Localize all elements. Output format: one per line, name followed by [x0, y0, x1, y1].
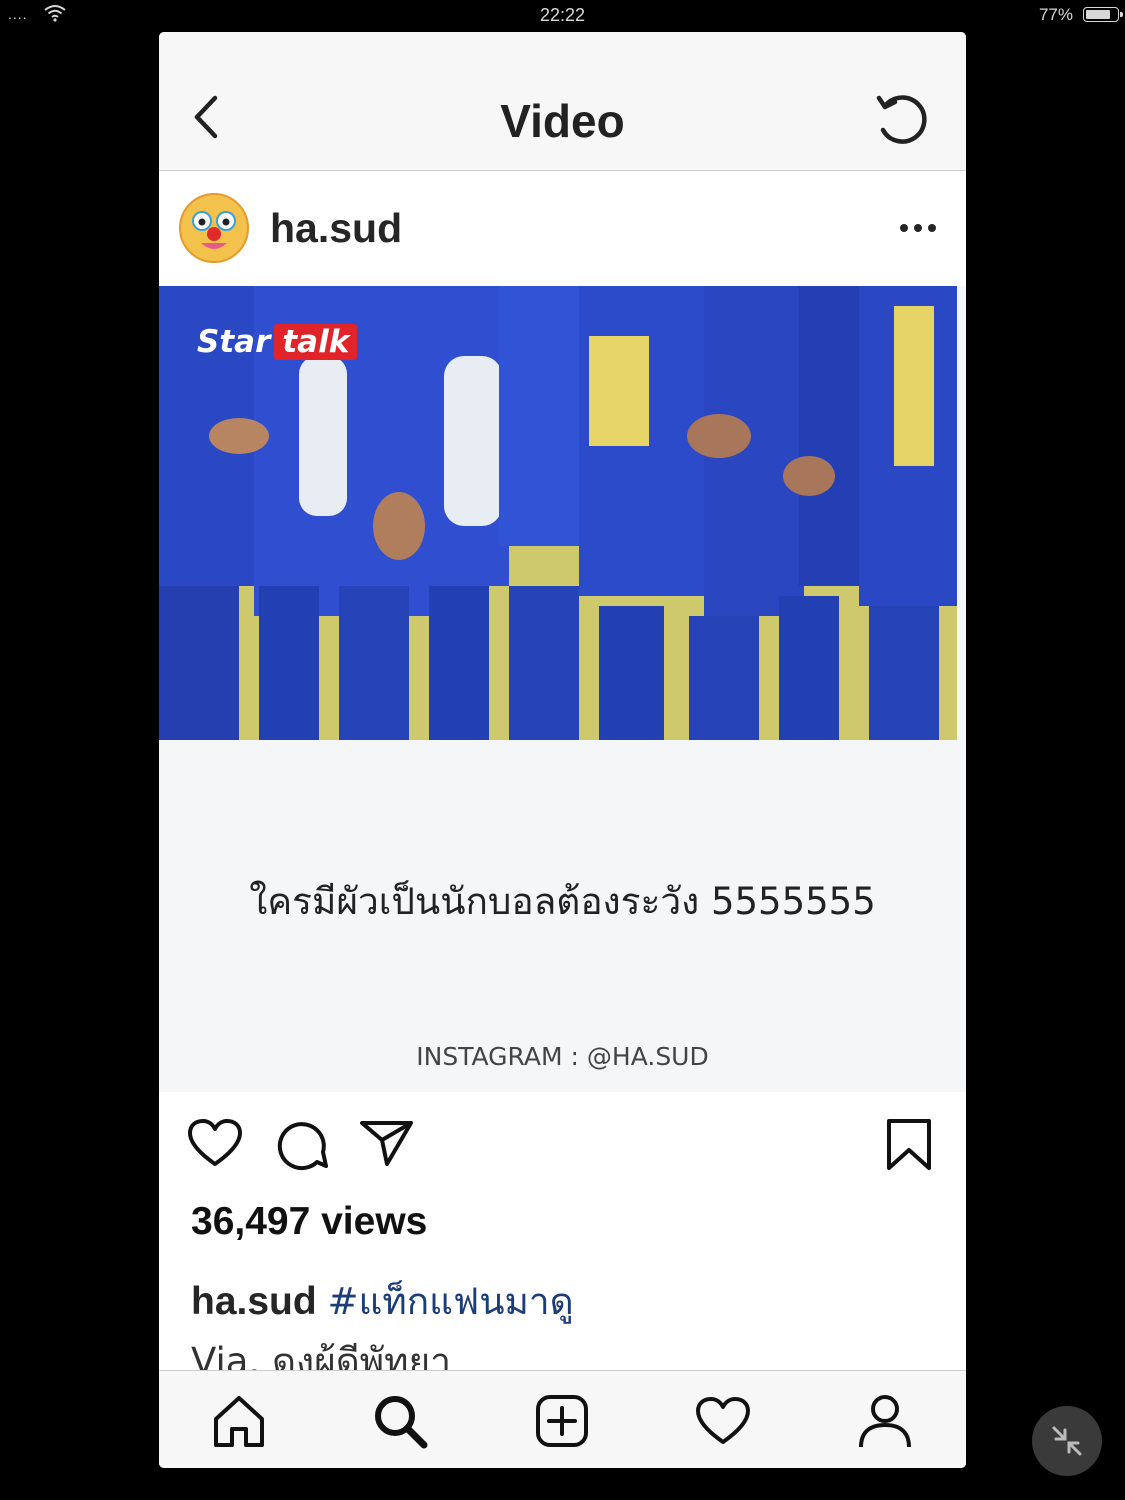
profile-icon[interactable] [857, 1393, 913, 1449]
heart-icon[interactable] [187, 1118, 243, 1168]
collapse-arrows-icon [1052, 1426, 1082, 1456]
video-caption: ใครมีผัวเป็นนักบอลต้องระวัง 5555555 [249, 880, 876, 923]
status-bar: .... 22:22 77% [0, 0, 1125, 30]
caption-username[interactable]: ha.sud [191, 1280, 317, 1323]
view-count[interactable]: 36,497 views [191, 1200, 427, 1244]
post-header: ha.sud [159, 171, 966, 286]
comment-icon[interactable] [273, 1118, 329, 1172]
picture-in-picture-button[interactable] [1032, 1406, 1102, 1476]
avatar[interactable] [179, 193, 249, 263]
status-time: 22:22 [539, 5, 586, 25]
battery-icon [1083, 7, 1123, 22]
instagram-app: Video ha.sud Star talk ใครมีผัวเป็นนักบอ… [159, 32, 966, 1468]
battery-percentage: 77% [1038, 5, 1073, 24]
add-icon[interactable] [534, 1393, 590, 1449]
nav-header: Video [159, 32, 966, 171]
video-player[interactable]: Star talk ใครมีผัวเป็นนักบอลต้องระวัง 555… [159, 286, 966, 1092]
post-caption: ha.sud #แท็กแฟนมาดู [191, 1272, 574, 1331]
activity-heart-icon[interactable] [695, 1393, 751, 1449]
ellipsis-icon[interactable] [899, 221, 937, 235]
watermark-logo: Star talk [197, 324, 358, 360]
share-icon[interactable] [359, 1118, 415, 1168]
tab-bar [159, 1370, 966, 1468]
bookmark-icon[interactable] [885, 1118, 933, 1172]
video-credit: INSTAGRAM : @HA.SUD [416, 1042, 709, 1071]
home-icon[interactable] [211, 1393, 267, 1449]
post-actions [159, 1110, 966, 1190]
page-title: Video [500, 95, 625, 147]
search-icon[interactable] [372, 1393, 428, 1449]
caption-hashtag[interactable]: #แท็กแฟนมาดู [328, 1280, 574, 1323]
refresh-icon[interactable] [873, 92, 933, 152]
post-username[interactable]: ha.sud [270, 205, 402, 252]
